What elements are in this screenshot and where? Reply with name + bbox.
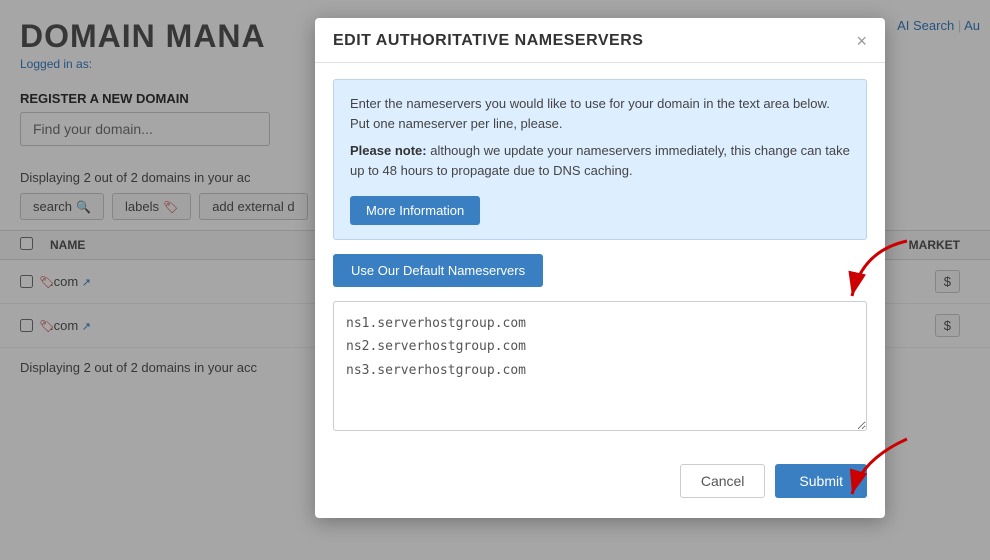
red-arrow-2 — [832, 429, 922, 509]
modal-title: EDIT AUTHORITATIVE NAMESERVERS — [333, 32, 643, 50]
modal-body: Enter the nameservers you would like to … — [315, 63, 885, 450]
info-note: Please note: although we update your nam… — [350, 141, 850, 180]
nameservers-textarea[interactable]: ns1.serverhostgroup.com ns2.serverhostgr… — [333, 301, 867, 431]
edit-nameservers-modal: EDIT AUTHORITATIVE NAMESERVERS × Enter t… — [315, 18, 885, 518]
modal-header: EDIT AUTHORITATIVE NAMESERVERS × — [315, 18, 885, 63]
modal-footer: Cancel Submit — [315, 450, 885, 498]
info-line1: Enter the nameservers you would like to … — [350, 94, 850, 133]
red-arrow-1 — [832, 231, 922, 321]
textarea-container: ns1.serverhostgroup.com ns2.serverhostgr… — [333, 301, 867, 434]
info-box: Enter the nameservers you would like to … — [333, 79, 867, 240]
note-label: Please note: — [350, 143, 427, 158]
modal-close-button[interactable]: × — [856, 32, 867, 50]
use-default-nameservers-button[interactable]: Use Our Default Nameservers — [333, 254, 543, 287]
more-info-button[interactable]: More Information — [350, 196, 480, 225]
cancel-button[interactable]: Cancel — [680, 464, 766, 498]
